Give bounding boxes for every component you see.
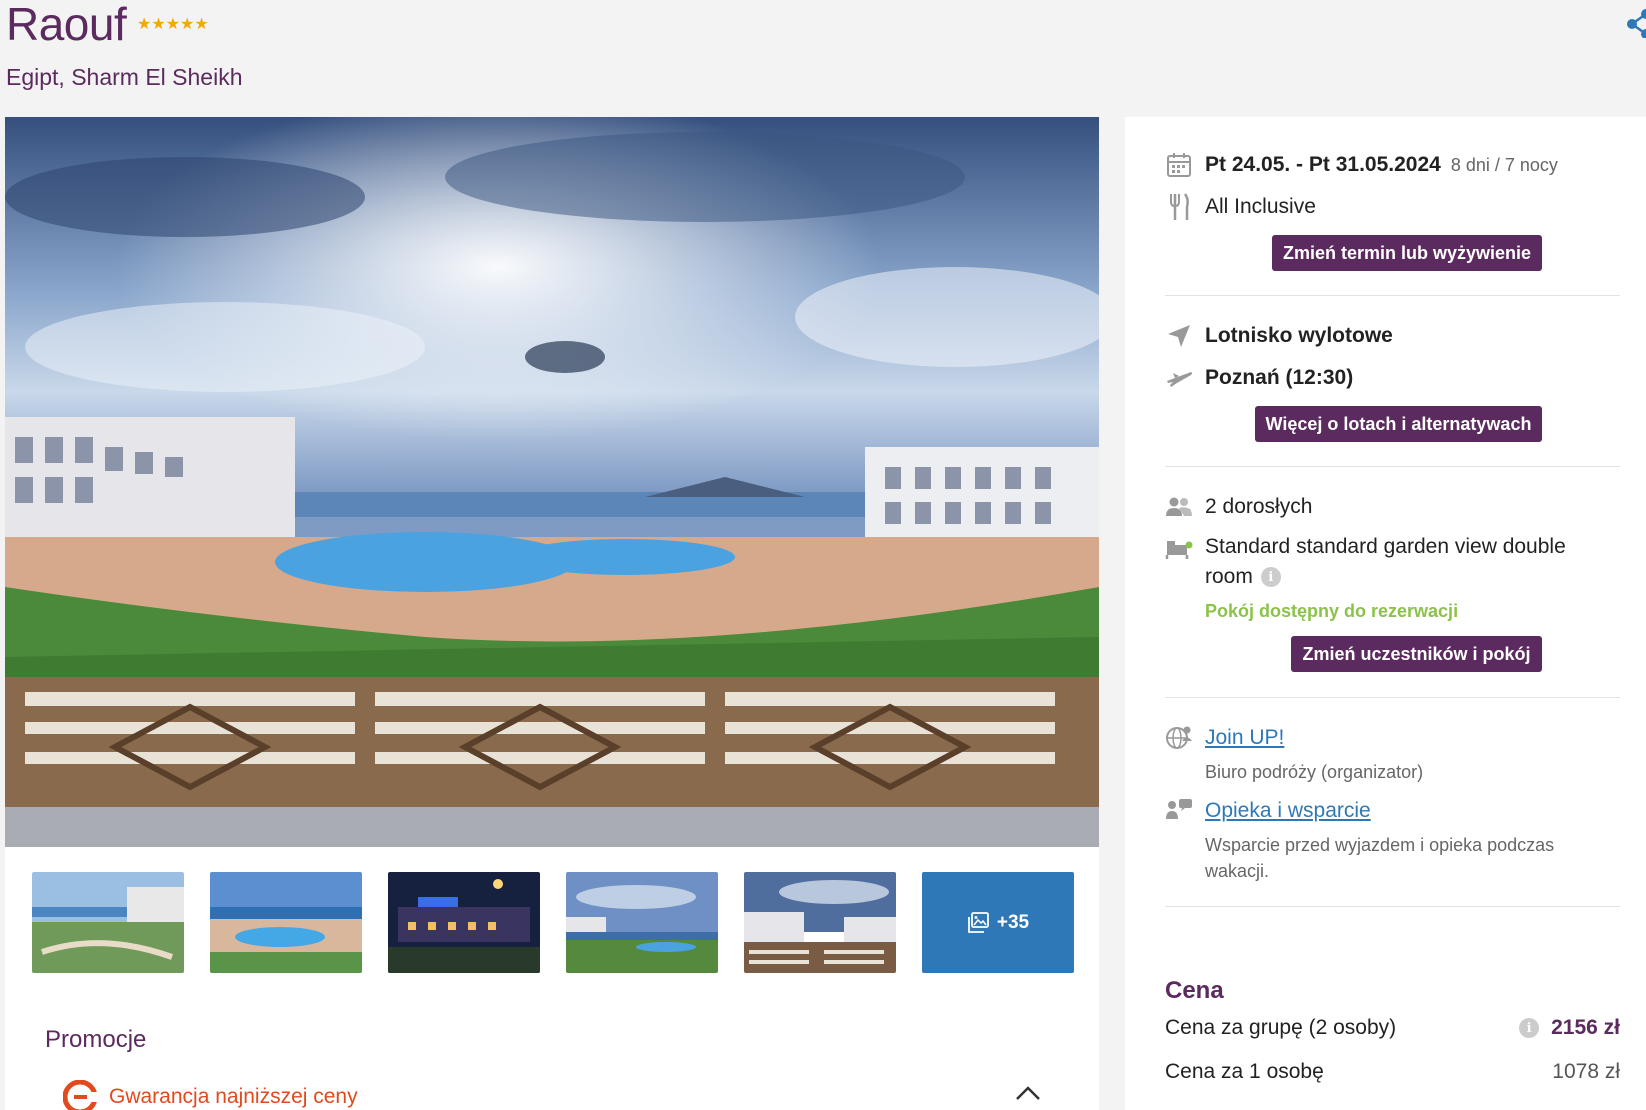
price-group-label: Cena za grupę (2 osoby) [1165,1016,1397,1039]
room-row: Standard standard garden view double roo… [1165,535,1566,589]
main-hotel-photo[interactable] [5,117,1099,847]
board-type: All Inclusive [1205,195,1316,218]
price-heading: Cena [1165,977,1224,1004]
thumbnail-3[interactable] [388,872,540,973]
support-desc-line-1: Wsparcie przed wyjazdem i opieka podczas [1205,835,1555,855]
thumbnail-5[interactable] [744,872,896,973]
share-icon[interactable] [1622,8,1646,38]
photo-gallery: +35 Promocje Gwarancja najniższej ceny [5,117,1099,1110]
organizer-row: Join UP! [1165,724,1284,752]
price-info-icon[interactable]: i [1519,1018,1540,1038]
change-participants-room-button[interactable]: Zmień uczestników i pokój [1291,636,1542,672]
airport-label: Lotnisko wylotowe [1205,324,1393,347]
promo-item-price-guarantee[interactable]: Gwarancja najniższej ceny [63,1080,358,1110]
airport-label-row: Lotnisko wylotowe [1165,322,1393,350]
hotel-name: Raouf [6,0,127,50]
photos-icon [967,911,989,933]
plane-icon [1165,364,1193,392]
thumbnail-more[interactable]: +35 [922,872,1074,973]
participants-count: 2 dorosłych [1205,495,1313,518]
thumbnail-2[interactable] [210,872,362,973]
globe-person-icon [1165,724,1193,752]
support-desc-line-2: wakacji. [1205,861,1270,881]
divider [1165,906,1620,907]
divider [1165,295,1620,296]
support-description: Wsparcie przed wyjazdem i opieka podczas… [1205,832,1554,884]
bed-icon [1165,535,1193,563]
booking-panel: Pt 24.05. - Pt 31.05.2024 8 dni / 7 nocy… [1125,117,1646,1110]
organizer-link[interactable]: Join UP! [1205,726,1284,750]
support-row: Opieka i wsparcie [1165,797,1371,825]
info-icon[interactable]: i [1260,567,1281,587]
thumbnail-strip: +35 [5,872,1099,974]
navigation-arrow-icon [1165,322,1193,350]
calendar-icon [1165,151,1193,179]
departure-airport: Poznań (12:30) [1205,366,1354,389]
divider [1165,466,1620,467]
participants-row: 2 dorosłych [1165,493,1312,521]
price-person-row: Cena za 1 osobę 1078 zł [1165,1060,1620,1084]
promo-label: Gwarancja najniższej ceny [109,1085,358,1108]
hotel-location[interactable]: Egipt, Sharm El Sheikh [6,64,243,91]
departure-row: Poznań (12:30) [1165,364,1353,392]
board-row: All Inclusive [1165,193,1316,221]
price-person-value: 1078 zł [1552,1060,1620,1083]
room-availability: Pokój dostępny do rezerwacji [1205,601,1459,621]
price-guarantee-icon [63,1080,97,1110]
price-person-label: Cena za 1 osobę [1165,1060,1324,1083]
trip-duration: 8 dni / 7 nocy [1450,154,1558,175]
more-flights-button[interactable]: Więcej o lotach i alternatywach [1255,406,1542,442]
organizer-role: Biuro podróży (organizator) [1205,762,1424,782]
divider [1165,697,1620,698]
promotions-heading: Promocje [45,1026,147,1053]
room-name-cont: room [1205,565,1253,588]
change-date-board-button[interactable]: Zmień termin lub wyżywienie [1272,235,1542,271]
trip-dates-row: Pt 24.05. - Pt 31.05.2024 8 dni / 7 nocy [1165,151,1558,179]
star-rating: ★★★★★ [137,16,209,33]
thumbnail-4[interactable] [566,872,718,973]
price-group-value: 2156 zł [1551,1016,1620,1039]
room-name: Standard standard garden view double [1205,535,1566,558]
support-link[interactable]: Opieka i wsparcie [1205,799,1371,823]
support-chat-icon [1165,797,1193,825]
thumbnail-1[interactable] [32,872,184,973]
trip-dates: Pt 24.05. - Pt 31.05.2024 [1205,153,1441,176]
cutlery-icon [1165,193,1193,221]
people-icon [1165,493,1193,521]
more-photos-count: +35 [996,911,1030,933]
chevron-up-icon[interactable] [1015,1085,1041,1101]
price-group-row: Cena za grupę (2 osoby) i 2156 zł [1165,1016,1620,1040]
